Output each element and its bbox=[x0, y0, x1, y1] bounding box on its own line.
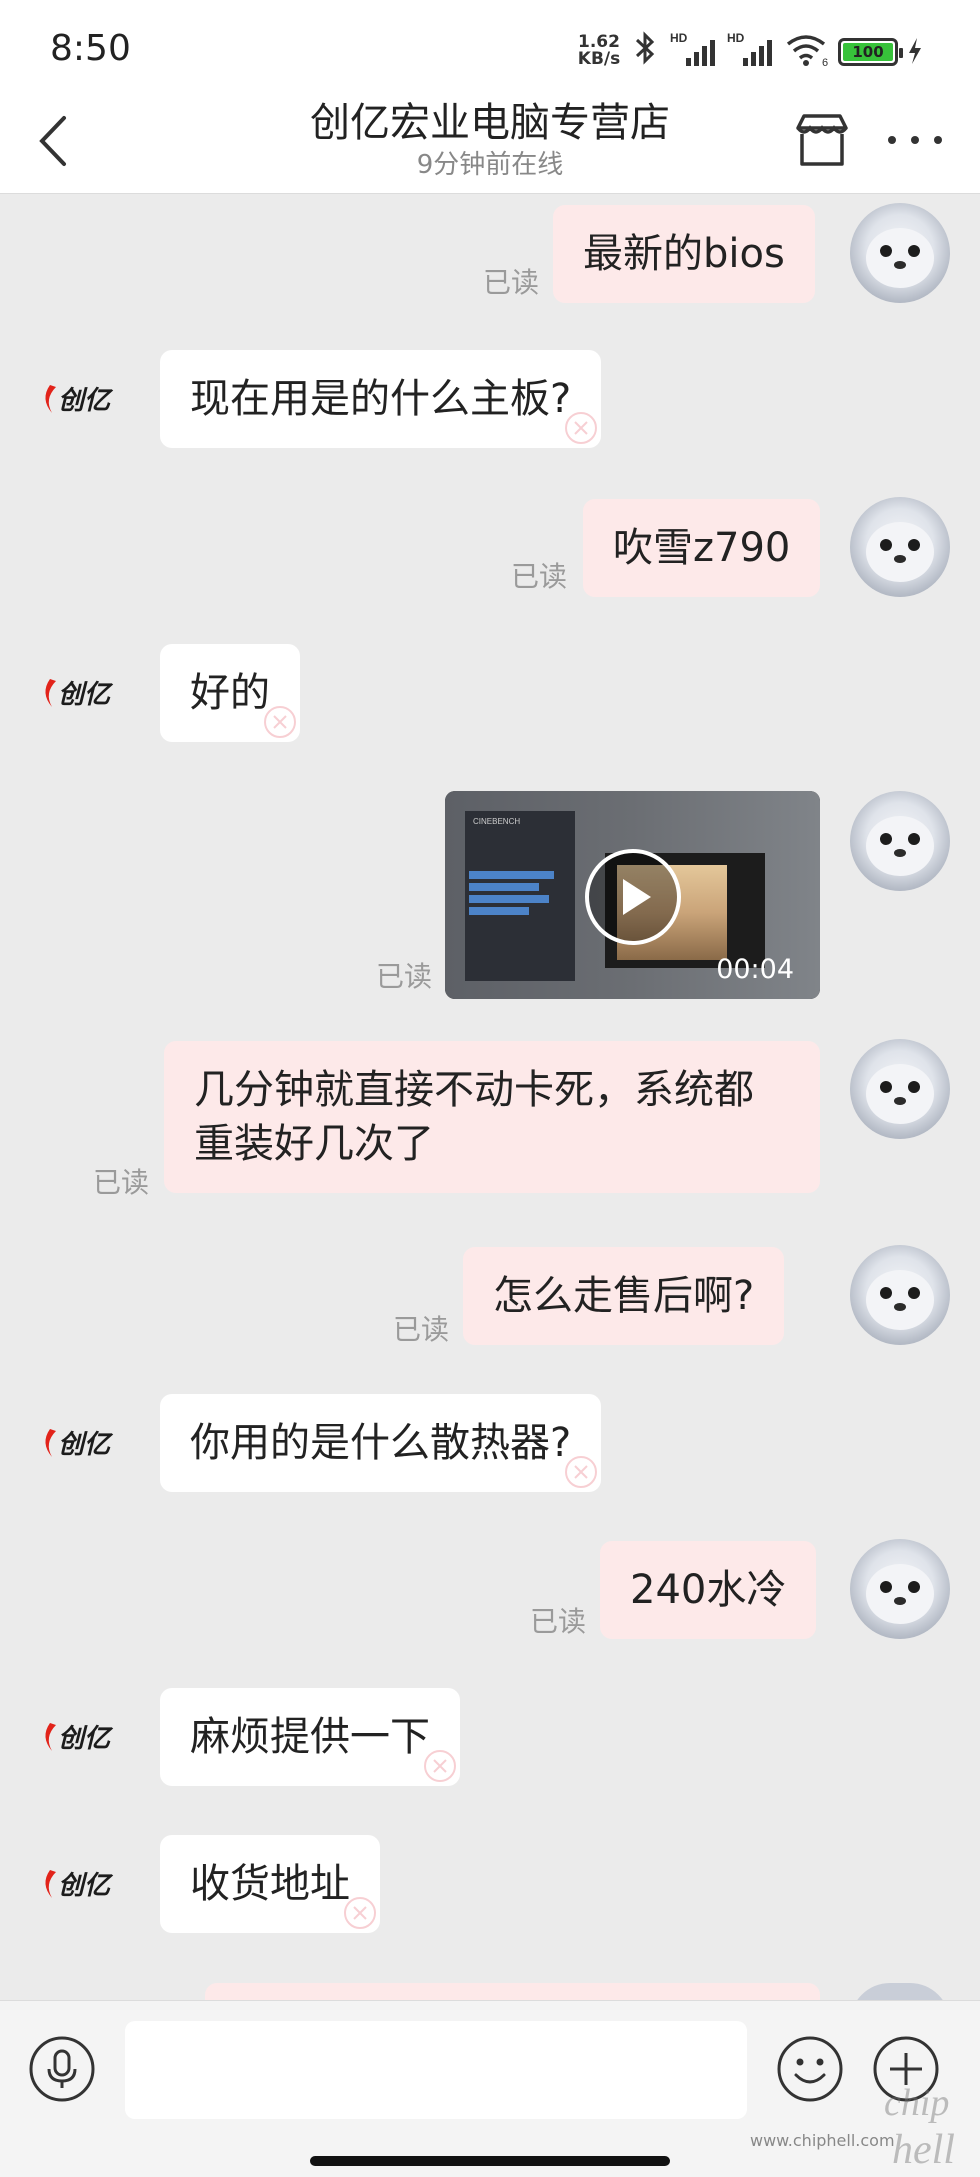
message-bubble-mine[interactable]: 怎么走售后啊? bbox=[463, 1247, 785, 1345]
shop-logo-avatar[interactable]: 创亿 bbox=[38, 379, 118, 419]
seal-avatar-icon bbox=[866, 522, 934, 582]
seal-avatar-icon bbox=[866, 228, 934, 288]
video-bar bbox=[469, 883, 539, 891]
svg-text:创亿: 创亿 bbox=[58, 1429, 114, 1459]
read-receipt: 已读 bbox=[376, 960, 433, 993]
read-receipt: 已读 bbox=[511, 560, 568, 593]
read-receipt: 已读 bbox=[93, 1166, 150, 1199]
pin-stamp-icon bbox=[565, 412, 598, 444]
message-input[interactable] bbox=[125, 2021, 747, 2119]
read-receipt: 已读 bbox=[393, 1313, 450, 1346]
my-avatar[interactable] bbox=[850, 1245, 950, 1345]
emoji-icon[interactable] bbox=[776, 2035, 844, 2103]
read-receipt: 已读 bbox=[483, 266, 540, 299]
shop-logo-avatar[interactable]: 创亿 bbox=[38, 1423, 118, 1463]
voice-input-icon[interactable] bbox=[28, 2035, 96, 2103]
svg-text:创亿: 创亿 bbox=[58, 385, 114, 415]
status-time: 8:50 bbox=[50, 28, 131, 69]
seal-avatar-icon bbox=[866, 1064, 934, 1124]
message-bubble-mine[interactable]: 吹雪z790 bbox=[583, 499, 821, 597]
video-bar bbox=[469, 895, 549, 903]
message-bubble-mine[interactable]: 几分钟就直接不动卡死，系统都重装好几次了 bbox=[164, 1041, 820, 1193]
pin-stamp-icon bbox=[344, 1897, 376, 1929]
shop-logo-avatar[interactable]: 创亿 bbox=[38, 1717, 118, 1757]
chat-header: 创亿宏业电脑专营店 9分钟前在线 bbox=[0, 90, 980, 194]
charging-icon bbox=[909, 38, 921, 64]
message-bubble-mine[interactable]: 240水冷 bbox=[600, 1541, 817, 1639]
seal-avatar-icon bbox=[866, 1270, 934, 1330]
signal-2-icon: HD bbox=[727, 31, 772, 66]
seal-avatar-icon bbox=[866, 1564, 934, 1624]
battery-indicator: 100 bbox=[838, 38, 903, 66]
message-bubble-shop[interactable]: 好的 bbox=[160, 644, 300, 742]
home-indicator[interactable] bbox=[310, 2156, 670, 2166]
pin-stamp-icon bbox=[565, 1456, 598, 1488]
watermark-logo: chip hell bbox=[884, 2082, 955, 2171]
message-bubble-shop[interactable]: 你用的是什么散热器? bbox=[160, 1394, 602, 1492]
svg-text:创亿: 创亿 bbox=[58, 679, 114, 709]
status-bar: 8:50 1.62 KB/s HD HD 6 100 bbox=[0, 0, 980, 90]
message-bubble-shop[interactable]: 现在用是的什么主板? bbox=[160, 350, 602, 448]
message-bubble-mine-partial[interactable] bbox=[205, 1983, 820, 2000]
wifi-icon: 6 bbox=[786, 35, 828, 68]
input-bar: chip hell www.chiphell.com bbox=[0, 2000, 980, 2177]
my-avatar[interactable] bbox=[850, 203, 950, 303]
svg-text:HD: HD bbox=[670, 31, 688, 45]
svg-text:hell: hell bbox=[892, 2127, 955, 2171]
chat-message-list[interactable]: 最新的bios 已读 创亿 现在用是的什么主板? 吹雪z790 已读 创亿 好的 bbox=[0, 195, 980, 2000]
pin-stamp-icon bbox=[424, 1750, 456, 1782]
message-bubble-shop[interactable]: 收货地址 bbox=[160, 1835, 380, 1933]
my-avatar[interactable] bbox=[850, 1039, 950, 1139]
more-options-icon[interactable] bbox=[880, 112, 950, 168]
video-bar bbox=[469, 871, 554, 879]
store-icon[interactable] bbox=[790, 108, 854, 172]
my-avatar[interactable] bbox=[850, 1539, 950, 1639]
message-bubble-shop[interactable]: 麻烦提供一下 bbox=[160, 1688, 460, 1786]
svg-text:创亿: 创亿 bbox=[58, 1723, 114, 1753]
my-avatar[interactable] bbox=[850, 497, 950, 597]
video-message[interactable]: CINEBENCH 00:04 bbox=[445, 791, 820, 999]
message-bubble-mine[interactable]: 最新的bios bbox=[553, 205, 815, 303]
watermark-url: www.chiphell.com bbox=[750, 2131, 895, 2150]
read-receipt: 已读 bbox=[530, 1605, 587, 1638]
svg-text:HD: HD bbox=[727, 31, 745, 45]
svg-text:6: 6 bbox=[822, 57, 828, 68]
play-icon[interactable] bbox=[583, 847, 683, 947]
svg-text:chip: chip bbox=[884, 2082, 949, 2124]
net-speed: 1.62 KB/s bbox=[577, 32, 621, 69]
my-avatar-partial bbox=[850, 1983, 950, 2000]
bluetooth-icon bbox=[635, 31, 655, 65]
seal-avatar-icon bbox=[866, 816, 934, 876]
video-duration: 00:04 bbox=[716, 954, 794, 985]
signal-1-icon: HD bbox=[670, 31, 715, 66]
video-screen-label: CINEBENCH bbox=[473, 817, 521, 826]
shop-logo-avatar[interactable]: 创亿 bbox=[38, 1864, 118, 1904]
video-bar bbox=[469, 907, 529, 915]
svg-text:创亿: 创亿 bbox=[58, 1870, 114, 1900]
pin-stamp-icon bbox=[264, 706, 296, 738]
shop-logo-avatar[interactable]: 创亿 bbox=[38, 673, 118, 713]
my-avatar[interactable] bbox=[850, 791, 950, 891]
